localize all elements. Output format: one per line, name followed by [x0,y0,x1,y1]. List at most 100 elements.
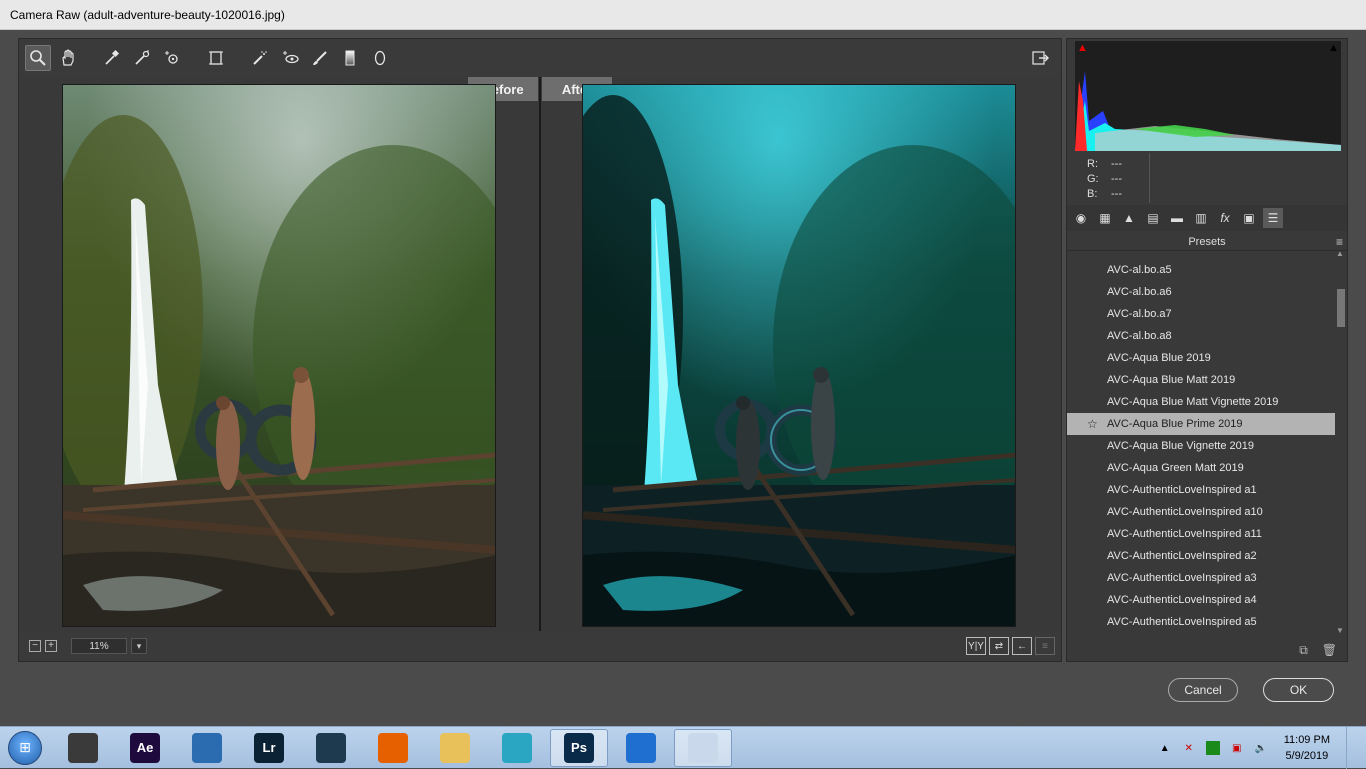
targeted-adjustment-tool-button[interactable] [159,45,185,71]
taskbar-app-after-effects[interactable]: Ae [116,729,174,767]
before-preview-image[interactable] [62,84,496,627]
swap-settings-icon[interactable]: ⇄ [989,637,1009,655]
after-preview-image[interactable] [582,84,1016,627]
preview-footer: − + 11% ▾ Y|Y ⇄ ← ≡ [19,631,1061,661]
preset-item[interactable]: AVC-AuthenticLoveInspired a4 [1067,589,1335,611]
tray-monitor-icon[interactable] [1205,741,1220,755]
taskbar-app-firefox[interactable] [364,729,422,767]
preset-item[interactable]: AVC-al.bo.a7 [1067,303,1335,325]
scroll-down-icon[interactable]: ▼ [1336,626,1344,635]
taskbar-app-teamviewer[interactable] [612,729,670,767]
transform-icon [209,51,223,65]
camera-calibration-tab-icon[interactable]: ▣ [1239,208,1259,228]
red-eye-icon [283,51,299,64]
preset-item[interactable]: ☆ AVC-Aqua Blue Prime 2019 [1067,413,1335,435]
preset-item[interactable]: AVC-Aqua Blue Matt Vignette 2019 [1067,391,1335,413]
hand-tool-button[interactable] [55,45,81,71]
taskbar-app-screen-recorder[interactable] [488,729,546,767]
white-balance-tool-button[interactable] [99,45,125,71]
g-value: --- [1111,173,1122,185]
preset-label: AVC-al.bo.a8 [1107,330,1172,342]
spot-removal-tool-button[interactable] [247,45,273,71]
taskbar-app-photoshop[interactable]: Ps [550,728,608,767]
scroll-thumb[interactable] [1337,289,1345,327]
taskbar-app-file-explorer[interactable] [426,729,484,767]
after-effects-icon: Ae [130,732,160,763]
detail-tab-icon[interactable]: ▲ [1119,208,1139,228]
preset-item[interactable]: AVC-AuthenticLoveInspired a3 [1067,567,1335,589]
scroll-up-icon[interactable]: ▲ [1336,249,1344,258]
preset-item[interactable]: AVC-Aqua Blue Matt 2019 [1067,369,1335,391]
toggle-settings-icon[interactable]: ≡ [1035,637,1055,655]
shadow-clipping-icon[interactable]: ▲ [1077,42,1093,56]
zoom-out-button[interactable]: − [29,640,41,652]
tray-power-icon[interactable]: ▣ [1230,741,1244,755]
show-desktop-button[interactable] [1346,727,1358,769]
g-label: G: [1087,173,1099,185]
preset-label: AVC-al.bo.a7 [1107,308,1172,320]
preset-label: AVC-Aqua Green Matt 2019 [1107,462,1244,474]
preset-item[interactable]: AVC-AuthenticLoveInspired a1 [1067,479,1335,501]
delete-preset-icon[interactable]: 🗑 [1322,643,1337,657]
preset-item[interactable]: AVC-al.bo.a6 [1067,281,1335,303]
windows-taskbar: ⊞ Ae Lr Ps ▲ ✕ ▣ 🔈 11:09 PM 5/9/2019 [0,726,1366,769]
red-eye-tool-button[interactable] [277,45,303,71]
cycle-views-icon[interactable]: Y|Y [966,637,986,655]
lens-corrections-tab-icon[interactable]: ▥ [1191,208,1211,228]
tone-curve-tab-icon[interactable]: ▦ [1095,208,1115,228]
lightroom-icon: Lr [254,732,284,763]
clock-time: 11:09 PM [1283,734,1330,746]
preset-item[interactable]: AVC-AuthenticLoveInspired a5 [1067,611,1335,633]
hsl-tab-icon[interactable]: ▤ [1143,208,1163,228]
preset-item[interactable]: AVC-Aqua Blue Vignette 2019 [1067,435,1335,457]
spot-removal-icon [253,51,267,65]
taskbar-app-blender-like[interactable] [178,729,236,767]
taskbar-app-movie-maker[interactable] [54,729,112,767]
cancel-button[interactable]: Cancel [1168,678,1238,702]
preset-label: AVC-al.bo.a5 [1107,264,1172,276]
adjustment-brush-tool-button[interactable] [307,45,333,71]
window-titlebar: Camera Raw (adult-adventure-beauty-10200… [0,0,1366,30]
preset-item[interactable]: AVC-Aqua Green Matt 2019 [1067,457,1335,479]
ok-button[interactable]: OK [1263,678,1334,702]
tray-volume-icon[interactable]: 🔈 [1254,741,1268,755]
favorite-star-icon[interactable]: ☆ [1087,413,1098,435]
presets-tab-icon[interactable]: ☰ [1263,208,1283,228]
taskbar-app-paint[interactable] [674,728,732,767]
preset-list: AVC-al.bo.a5 AVC-al.bo.a6 AVC-al.bo.a7 AVC-… [1067,259,1335,635]
preset-scrollbar[interactable]: ▲ ▼ [1335,249,1345,635]
camera-raw-dialog: Before After − + 11% ▾ Y|Y ⇄ ← ≡ ▲ ▲ R: … [0,30,1366,726]
preset-item[interactable]: AVC-al.bo.a8 [1067,325,1335,347]
filmora-icon [316,732,346,763]
new-preset-icon[interactable]: ⧉ [1299,643,1308,658]
clock[interactable]: 11:09 PM 5/9/2019 [1284,732,1330,764]
taskbar-app-lightroom[interactable]: Lr [240,729,298,767]
preset-item[interactable]: AVC-Aqua Blue 2019 [1067,347,1335,369]
taskbar-app-filmora[interactable] [302,729,360,767]
tray-network-icon[interactable]: ✕ [1182,741,1196,755]
preset-item[interactable]: AVC-al.bo.a5 [1067,259,1335,281]
zoom-in-button[interactable]: + [45,640,57,652]
preset-item[interactable]: AVC-AuthenticLoveInspired a11 [1067,523,1335,545]
color-sampler-tool-button[interactable] [129,45,155,71]
zoom-level-field[interactable]: 11% [71,638,127,654]
preset-item[interactable]: AVC-AuthenticLoveInspired a2 [1067,545,1335,567]
preset-item[interactable]: AVC-AuthenticLoveInspired a10 [1067,501,1335,523]
preset-label: AVC-AuthenticLoveInspired a4 [1107,594,1257,606]
highlight-clipping-icon[interactable]: ▲ [1323,42,1339,56]
graduated-filter-tool-button[interactable] [337,45,363,71]
split-toning-tab-icon[interactable]: ▬ [1167,208,1187,228]
start-button[interactable]: ⊞ [0,727,50,769]
tray-expand-icon[interactable]: ▲ [1158,741,1172,755]
preset-label: AVC-Aqua Blue Matt 2019 [1107,374,1236,386]
before-after-controls: Y|Y ⇄ ← ≡ [966,637,1055,655]
basic-tab-icon[interactable]: ◉ [1071,208,1091,228]
radial-filter-tool-button[interactable] [367,45,393,71]
open-in-photoshop-icon[interactable] [1029,47,1051,69]
zoom-tool-button[interactable] [25,45,51,71]
copy-settings-icon[interactable]: ← [1012,637,1032,655]
zoom-dropdown-icon[interactable]: ▾ [131,638,147,654]
transform-tool-button[interactable] [203,45,229,71]
presets-menu-icon[interactable]: ≡ [1336,235,1343,249]
effects-tab-icon[interactable]: fx [1215,208,1235,228]
